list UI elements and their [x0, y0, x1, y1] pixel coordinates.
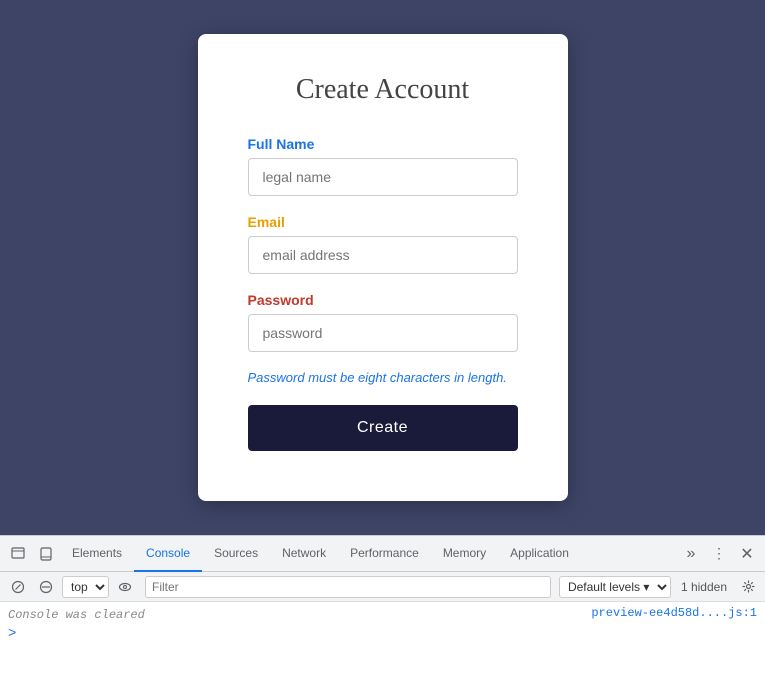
create-button[interactable]: Create: [248, 405, 518, 451]
console-filter-input[interactable]: [145, 576, 551, 598]
main-area: Create Account Full Name Email Password …: [0, 0, 765, 535]
email-label: Email: [248, 214, 518, 230]
tab-network[interactable]: Network: [270, 536, 338, 572]
devtools-panel: Elements Console Sources Network Perform…: [0, 535, 765, 674]
console-toolbar: top Default levels ▾ 1 hidden: [0, 572, 765, 602]
create-account-card: Create Account Full Name Email Password …: [198, 34, 568, 501]
tab-performance[interactable]: Performance: [338, 536, 431, 572]
console-settings-icon[interactable]: [737, 576, 759, 598]
console-cleared-message: Console was cleared: [8, 606, 145, 624]
tab-memory[interactable]: Memory: [431, 536, 498, 572]
fullname-input[interactable]: [248, 158, 518, 196]
block-requests-icon[interactable]: [34, 575, 58, 599]
tab-console[interactable]: Console: [134, 536, 202, 572]
clear-console-icon[interactable]: [6, 575, 30, 599]
password-group: Password: [248, 292, 518, 352]
inspect-element-icon[interactable]: [4, 540, 32, 568]
more-tabs-icon[interactable]: »: [677, 540, 705, 568]
fullname-group: Full Name: [248, 136, 518, 196]
context-selector[interactable]: top: [62, 576, 109, 598]
console-source-link[interactable]: preview-ee4d58d....js:1: [591, 606, 757, 620]
tab-elements[interactable]: Elements: [60, 536, 134, 572]
email-input[interactable]: [248, 236, 518, 274]
console-prompt-icon[interactable]: >: [8, 626, 757, 642]
card-title: Create Account: [248, 74, 518, 106]
log-levels-selector[interactable]: Default levels ▾: [559, 576, 671, 598]
console-output: Console was cleared preview-ee4d58d....j…: [0, 602, 765, 674]
password-label: Password: [248, 292, 518, 308]
device-toolbar-icon[interactable]: [32, 540, 60, 568]
tab-application[interactable]: Application: [498, 536, 581, 572]
password-input[interactable]: [248, 314, 518, 352]
devtools-close-icon[interactable]: ✕: [733, 540, 761, 568]
devtools-menu-icon[interactable]: ⋮: [705, 540, 733, 568]
eye-icon[interactable]: [113, 575, 137, 599]
fullname-label: Full Name: [248, 136, 518, 152]
hidden-count: 1 hidden: [675, 580, 733, 594]
devtools-tabs-bar: Elements Console Sources Network Perform…: [0, 536, 765, 572]
password-hint: Password must be eight characters in len…: [248, 370, 518, 385]
tab-sources[interactable]: Sources: [202, 536, 270, 572]
email-group: Email: [248, 214, 518, 274]
